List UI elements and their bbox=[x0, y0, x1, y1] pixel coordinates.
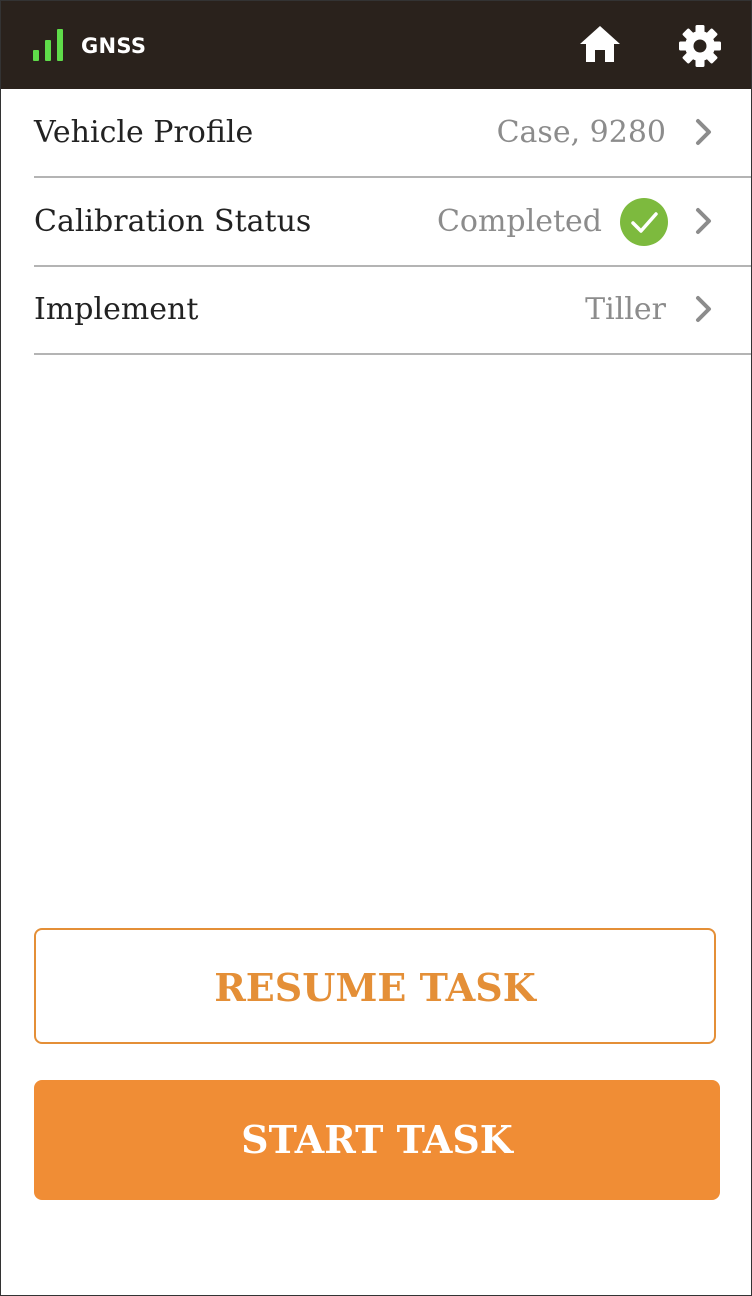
vehicle-profile-row[interactable]: Vehicle Profile Case, 9280 bbox=[34, 89, 751, 178]
gnss-status-label: GNSS bbox=[81, 34, 147, 58]
home-icon bbox=[580, 26, 620, 62]
vehicle-profile-value: Case, 9280 bbox=[496, 115, 666, 150]
calibration-status-value: Completed bbox=[436, 204, 602, 239]
chevron-right-icon bbox=[696, 208, 711, 234]
implement-value: Tiller bbox=[585, 292, 666, 327]
signal-bars-icon bbox=[33, 29, 67, 61]
calibration-status-label: Calibration Status bbox=[34, 204, 312, 239]
check-circle-icon bbox=[620, 198, 668, 246]
top-bar: GNSS bbox=[1, 1, 751, 89]
vehicle-profile-label: Vehicle Profile bbox=[34, 115, 254, 150]
calibration-status-row[interactable]: Calibration Status Completed bbox=[34, 178, 751, 267]
settings-button[interactable] bbox=[677, 23, 723, 69]
implement-row[interactable]: Implement Tiller bbox=[34, 266, 751, 355]
task-setup-screen: GNSS Vehicle Profile Case, 9280 Calibrat… bbox=[0, 0, 752, 1296]
resume-task-button[interactable]: RESUME TASK bbox=[34, 928, 716, 1044]
start-task-button[interactable]: START TASK bbox=[34, 1080, 720, 1200]
home-button[interactable] bbox=[578, 23, 622, 67]
gear-icon bbox=[679, 25, 721, 67]
implement-label: Implement bbox=[34, 292, 199, 327]
chevron-right-icon bbox=[696, 119, 711, 145]
chevron-right-icon bbox=[696, 296, 711, 322]
